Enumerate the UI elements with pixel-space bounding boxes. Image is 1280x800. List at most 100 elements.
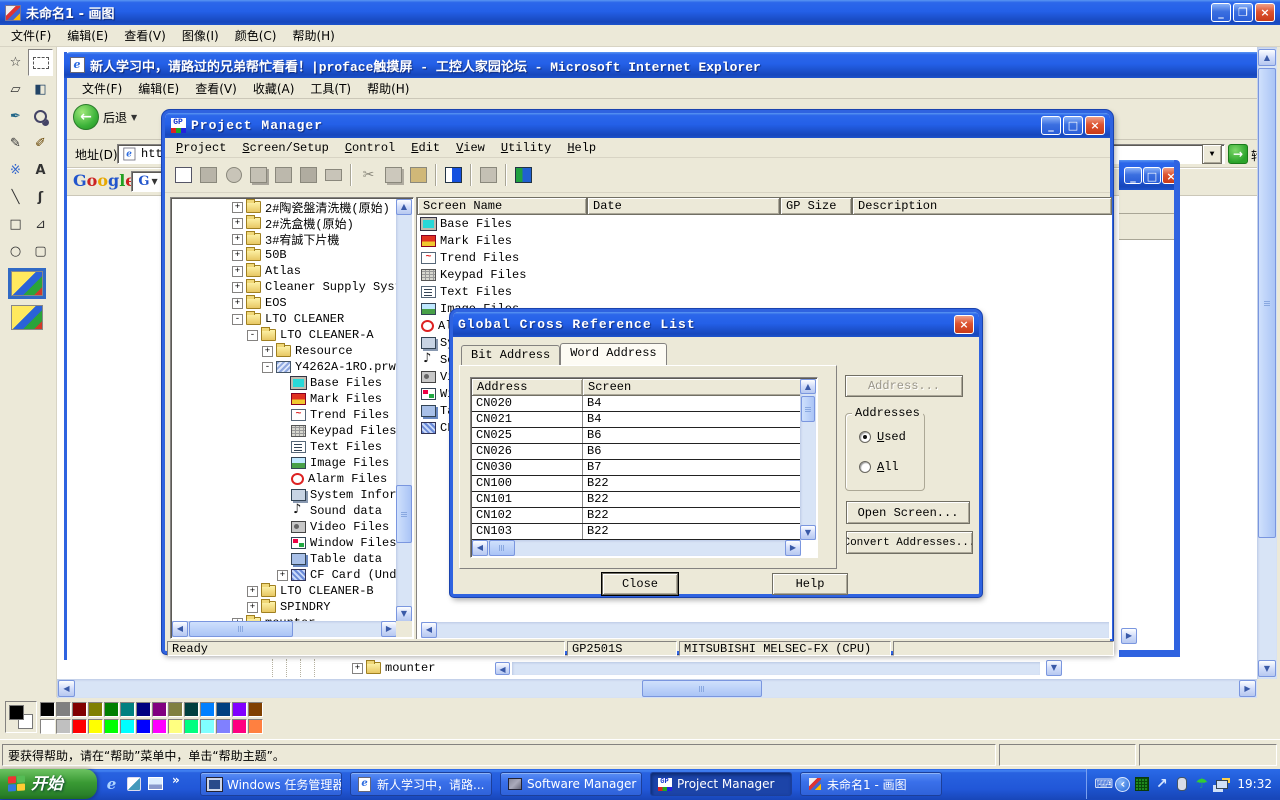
pm-menu-item[interactable]: Control [338, 139, 402, 157]
ie-back-button[interactable]: ← 后退 ▼ [73, 104, 137, 130]
palette-swatch[interactable] [56, 719, 71, 734]
scroll-up-button[interactable]: ▲ [1258, 49, 1276, 66]
tree-toggle[interactable]: - [247, 330, 258, 341]
pm-maximize-button[interactable]: □ [1063, 116, 1083, 135]
quick-launch-icon[interactable] [102, 774, 121, 793]
radio-used[interactable]: Used [859, 430, 906, 444]
scroll-down-button[interactable]: ▼ [1258, 660, 1276, 677]
paint-tool[interactable] [3, 211, 28, 238]
tree-toggle[interactable]: + [247, 586, 258, 597]
pm-menu-item[interactable]: Edit [404, 139, 447, 157]
tree-vscrollbar[interactable]: ▲ ▼ [396, 199, 412, 622]
address-column-header[interactable]: Address [472, 379, 582, 395]
tree-item[interactable]: + 2#陶瓷盤清洗機(原始) [172, 199, 396, 215]
tree-item[interactable]: + 50B [172, 247, 396, 263]
paint-tool[interactable] [3, 184, 28, 211]
ie-menu-item[interactable]: 编辑(E) [131, 78, 186, 99]
paint-tool[interactable] [3, 130, 28, 157]
tree-item[interactable]: + EOS [172, 295, 396, 311]
quick-launch-overflow[interactable]: » [172, 773, 180, 787]
tree-item[interactable]: + 3#宥誠下片機 [172, 231, 396, 247]
tree-item[interactable]: + Resource [172, 343, 396, 359]
scroll-down-button[interactable]: ▼ [396, 606, 412, 622]
fragment-maximize-button[interactable]: □ [1143, 167, 1161, 184]
palette-swatch[interactable] [248, 702, 263, 717]
palette-swatch[interactable] [88, 719, 103, 734]
paint-tool[interactable] [28, 184, 53, 211]
palette-swatch[interactable] [168, 719, 183, 734]
pm-toolbar-button[interactable] [441, 163, 466, 187]
help-button[interactable]: Help [772, 573, 848, 595]
pm-minimize-button[interactable]: _ [1041, 116, 1061, 135]
palette-swatch[interactable] [216, 719, 231, 734]
ie-titlebar[interactable]: 新人学习中，请路过的兄弟帮忙看看！|proface触摸屏 - 工控人家园论坛 -… [64, 52, 1257, 78]
scroll-thumb[interactable] [642, 680, 762, 697]
column-header[interactable]: Date [587, 197, 780, 215]
tree-item[interactable]: + LTO CLEANER-B [172, 583, 396, 599]
tree-toggle[interactable]: + [247, 602, 258, 613]
dialog-titlebar[interactable]: Global Cross Reference List × [453, 312, 979, 337]
pm-toolbar-button[interactable] [271, 163, 296, 187]
task-button[interactable]: Windows 任务管理器 [200, 772, 342, 796]
palette-swatch[interactable] [232, 719, 247, 734]
pm-close-button[interactable]: × [1085, 116, 1105, 135]
paint-tool[interactable] [3, 49, 28, 76]
pm-menu-item[interactable]: Help [560, 139, 603, 157]
table-row[interactable]: CN021 B4 [472, 412, 801, 428]
tree-toggle[interactable]: + [232, 250, 243, 261]
pm-toolbar-button[interactable] [406, 163, 431, 187]
palette-swatch[interactable] [136, 702, 151, 717]
tree-item[interactable]: + Cleaner Supply System [172, 279, 396, 295]
tree-item[interactable]: - LTO CLEANER [172, 311, 396, 327]
tree-toggle[interactable]: + [232, 266, 243, 277]
pm-toolbar-button[interactable] [356, 163, 381, 187]
scroll-right-button[interactable]: ▶ [381, 621, 397, 637]
palette-swatch[interactable] [152, 702, 167, 717]
radio-used-circle[interactable] [859, 431, 871, 443]
ie-menu-item[interactable]: 收藏(A) [246, 78, 302, 99]
list-item[interactable]: Mark Files [417, 232, 1112, 249]
tree-item[interactable]: + CF Card (Und [172, 567, 396, 583]
tree-item[interactable]: System Infor [172, 487, 396, 503]
convert-addresses-button[interactable]: Convert Addresses... [846, 531, 973, 554]
scroll-thumb[interactable] [189, 621, 293, 637]
tree-hscrollbar[interactable]: ◀ ▶ [172, 621, 397, 637]
palette-swatch[interactable] [104, 702, 119, 717]
fragment-scroll-right-button[interactable]: ▶ [1121, 628, 1137, 644]
paint-tool[interactable] [28, 49, 53, 76]
paint-draw-option-opaque[interactable] [8, 268, 46, 299]
pm-menu-item[interactable]: Project [169, 139, 233, 157]
tree-toggle[interactable]: - [232, 314, 243, 325]
scroll-thumb[interactable] [801, 396, 815, 422]
table-row[interactable]: CN026 B6 [472, 444, 801, 460]
radio-all-circle[interactable] [859, 461, 871, 473]
task-button[interactable]: Project Manager [650, 772, 792, 796]
pm-toolbar-button[interactable] [246, 163, 271, 187]
tree-toggle[interactable]: - [262, 362, 273, 373]
pm-toolbar-button[interactable] [476, 163, 501, 187]
list-hscrollbar[interactable]: ◀ [421, 622, 1109, 638]
scroll-left-button[interactable]: ◀ [172, 621, 188, 637]
tray-icon[interactable] [1115, 777, 1130, 792]
tree-toggle[interactable]: + [232, 218, 243, 229]
back-dropdown-icon[interactable]: ▼ [131, 113, 137, 122]
scroll-left-button[interactable]: ◀ [472, 540, 488, 556]
palette-swatch[interactable] [40, 719, 55, 734]
table-row[interactable]: CN103 B22 [472, 524, 801, 540]
quick-launch-icon[interactable] [146, 774, 165, 793]
pm-toolbar-button[interactable] [381, 163, 406, 187]
paint-draw-option-transparent[interactable] [8, 302, 46, 333]
tree-item[interactable]: Trend Files [172, 407, 396, 423]
pm-toolbar-button[interactable] [171, 163, 196, 187]
paint-canvas-vscrollbar[interactable]: ▲ ▼ [1257, 47, 1277, 679]
ie-menu-item[interactable]: 帮助(H) [360, 78, 416, 99]
tree-toggle[interactable]: + [232, 298, 243, 309]
tree-item[interactable]: - Y4262A-1RO.prw [172, 359, 396, 375]
tree-item[interactable]: Window Files [172, 535, 396, 551]
list-item[interactable]: Trend Files [417, 249, 1112, 266]
column-header[interactable]: Description [852, 197, 1112, 215]
paint-tool[interactable] [3, 238, 28, 265]
paint-menu-item[interactable]: 查看(V) [117, 25, 173, 46]
scroll-up-button[interactable]: ▲ [396, 199, 412, 215]
tray-icon[interactable] [1173, 776, 1190, 793]
